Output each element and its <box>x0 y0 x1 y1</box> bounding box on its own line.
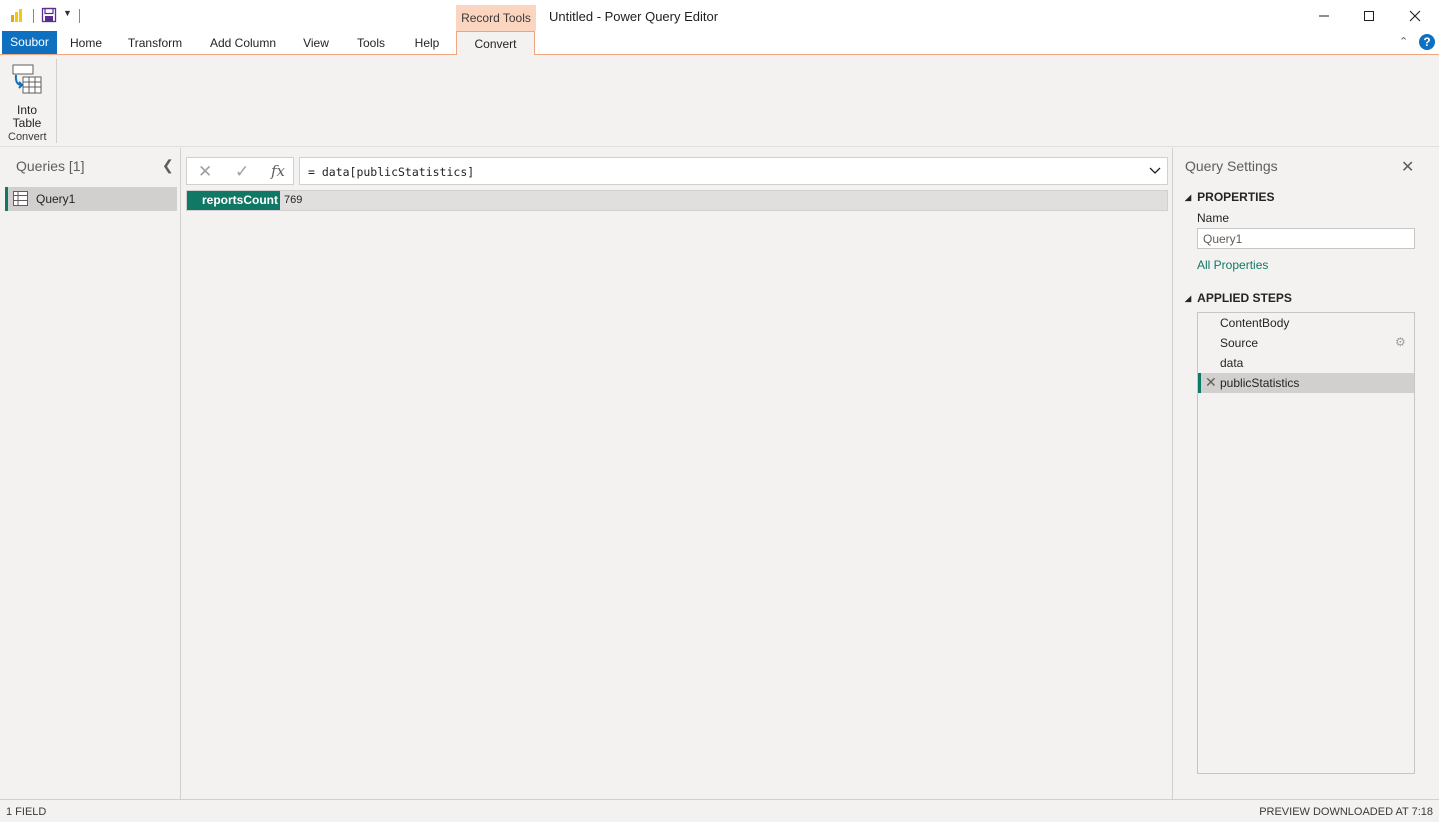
into-table-label: Into Table <box>4 104 50 130</box>
step-item[interactable]: ContentBody <box>1198 313 1414 333</box>
query-name-input[interactable] <box>1197 228 1415 249</box>
queries-pane-title: Queries [1] <box>16 158 85 174</box>
cancel-formula-icon[interactable]: ✕ <box>198 162 212 182</box>
divider <box>79 9 80 23</box>
tab-transform[interactable]: Transform <box>120 31 190 55</box>
ribbon-group-label: Convert <box>8 131 47 143</box>
step-label: data <box>1220 356 1244 370</box>
status-bar: 1 FIELD PREVIEW DOWNLOADED AT 7:18 <box>0 799 1439 822</box>
formula-text[interactable]: = data[publicStatistics] <box>308 165 474 179</box>
delete-step-icon[interactable]: ✕ <box>1205 374 1217 391</box>
into-table-button[interactable]: Into Table <box>4 61 50 130</box>
status-preview-time: PREVIEW DOWNLOADED AT 7:18 <box>1259 806 1433 818</box>
help-icon[interactable]: ? <box>1419 34 1435 50</box>
query-settings-title: Query Settings <box>1185 158 1278 174</box>
power-bi-logo-icon <box>11 9 22 22</box>
record-field-value[interactable]: 769 <box>284 194 302 206</box>
applied-steps-header-label: APPLIED STEPS <box>1197 291 1292 305</box>
record-field-name[interactable]: reportsCount <box>187 191 280 210</box>
collapse-ribbon-icon[interactable]: ⌃ <box>1399 35 1408 48</box>
tab-view[interactable]: View <box>296 31 336 55</box>
title-bar: ▼ Record Tools Untitled - Power Query Ed… <box>0 0 1439 31</box>
into-table-icon <box>12 64 42 94</box>
close-icon <box>1409 10 1421 21</box>
minimize-icon <box>1319 15 1329 16</box>
query-list-item[interactable]: Query1 <box>5 187 177 211</box>
status-field-count: 1 FIELD <box>6 806 47 818</box>
step-label: ContentBody <box>1220 316 1290 330</box>
ribbon-panel: Into Table Convert <box>0 55 1439 147</box>
name-label: Name <box>1197 211 1230 225</box>
tab-help[interactable]: Help <box>404 31 450 55</box>
close-window-button[interactable] <box>1392 0 1438 31</box>
queries-pane: Queries [1] ❮ Query1 <box>0 148 181 799</box>
divider <box>33 9 34 23</box>
fx-insert-step-icon[interactable]: fx <box>271 162 285 180</box>
properties-section-header[interactable]: ◢ PROPERTIES <box>1185 190 1275 204</box>
into-table-label-line2: Table <box>12 116 42 130</box>
step-label: Source <box>1220 336 1259 350</box>
query-settings-pane: Query Settings ✕ ◢ PROPERTIES Name All Pr… <box>1172 148 1439 799</box>
save-icon[interactable] <box>41 7 57 23</box>
commit-formula-icon[interactable]: ✓ <box>235 162 249 182</box>
quick-access-dropdown-icon[interactable]: ▼ <box>63 8 72 18</box>
tab-tools[interactable]: Tools <box>346 31 396 55</box>
collapse-queries-chevron-icon[interactable]: ❮ <box>162 157 174 174</box>
tab-convert[interactable]: Convert <box>456 31 535 56</box>
applied-steps-section-header[interactable]: ◢ APPLIED STEPS <box>1185 291 1292 305</box>
formula-controls: ✕ ✓ fx <box>186 157 294 185</box>
ribbon-tab-bar: Soubor Home Transform Add Column View To… <box>0 31 1439 56</box>
step-label: publicStatistics <box>1220 376 1300 390</box>
collapse-triangle-icon: ◢ <box>1185 193 1192 202</box>
query-item-label: Query1 <box>36 192 76 206</box>
record-tools-context-label: Record Tools <box>456 5 536 31</box>
tab-add-column[interactable]: Add Column <box>200 31 286 55</box>
expand-formula-chevron-icon[interactable] <box>1148 163 1162 177</box>
tab-home[interactable]: Home <box>62 31 110 55</box>
step-item[interactable]: Source ⚙ <box>1198 333 1414 353</box>
table-icon <box>13 191 28 206</box>
maximize-icon <box>1364 10 1374 21</box>
properties-header-label: PROPERTIES <box>1197 190 1275 204</box>
record-row: reportsCount 769 <box>186 190 1168 211</box>
close-settings-icon[interactable]: ✕ <box>1401 157 1414 177</box>
minimize-button[interactable] <box>1301 0 1347 31</box>
collapse-triangle-icon: ◢ <box>1185 294 1192 303</box>
formula-bar[interactable]: = data[publicStatistics] <box>299 157 1168 185</box>
step-item-selected[interactable]: ✕ publicStatistics <box>1198 373 1414 393</box>
maximize-button[interactable] <box>1346 0 1392 31</box>
applied-steps-list: ContentBody Source ⚙ data ✕ publicStatis… <box>1197 312 1415 774</box>
all-properties-link[interactable]: All Properties <box>1197 258 1268 272</box>
tab-file[interactable]: Soubor <box>2 31 57 54</box>
window-title: Untitled - Power Query Editor <box>549 9 719 24</box>
step-item[interactable]: data <box>1198 353 1414 373</box>
step-settings-gear-icon[interactable]: ⚙ <box>1395 335 1406 349</box>
ribbon-group-divider <box>56 59 57 143</box>
